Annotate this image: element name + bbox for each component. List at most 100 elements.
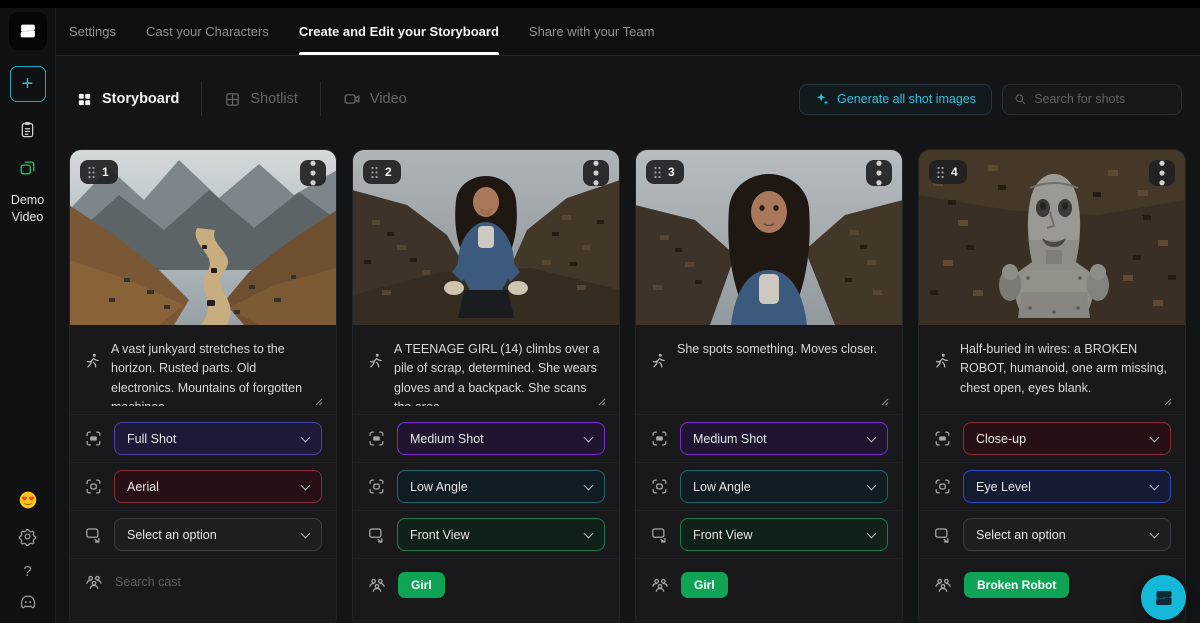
camera-angle-select[interactable]: Aerial bbox=[114, 470, 322, 503]
camera-angle-row: Aerial bbox=[70, 462, 336, 510]
ellipsis-icon bbox=[866, 160, 892, 186]
chevron-down-icon bbox=[584, 480, 594, 490]
camera-move-select[interactable]: Select an option bbox=[114, 518, 322, 551]
gear-icon[interactable] bbox=[18, 527, 37, 551]
drag-handle-icon bbox=[370, 166, 379, 179]
new-project-button[interactable]: + bbox=[10, 66, 46, 102]
camera-angle-icon bbox=[84, 477, 103, 496]
camera-move-select[interactable]: Select an option bbox=[963, 518, 1171, 551]
camera-move-select[interactable]: Front View bbox=[680, 518, 888, 551]
shot-type-select[interactable]: Close-up bbox=[963, 422, 1171, 455]
camera-move-icon bbox=[933, 525, 952, 544]
shot-type-icon bbox=[650, 429, 669, 448]
shot-description[interactable]: She spots something. Moves closer. bbox=[677, 340, 888, 406]
search-shots-box[interactable] bbox=[1002, 84, 1182, 115]
shot-card: 4 Half-buried in wires: a BROKEN R bbox=[918, 149, 1186, 623]
chevron-down-icon bbox=[301, 480, 311, 490]
shot-type-icon bbox=[84, 429, 103, 448]
shot-drag-badge[interactable]: 2 bbox=[363, 160, 401, 184]
camera-angle-row: Low Angle bbox=[636, 462, 902, 510]
chevron-down-icon bbox=[867, 432, 877, 442]
tab-settings[interactable]: Settings bbox=[69, 8, 116, 55]
action-icon bbox=[367, 352, 384, 369]
logo-icon bbox=[17, 20, 39, 42]
top-strip bbox=[0, 0, 1200, 8]
shot-description[interactable]: A vast junkyard stretches to the horizon… bbox=[111, 340, 322, 406]
shot-description[interactable]: Half-buried in wires: a BROKEN ROBOT, hu… bbox=[960, 340, 1171, 406]
search-icon bbox=[1014, 92, 1026, 106]
camera-move-row: Select an option bbox=[919, 510, 1185, 558]
video-camera-icon bbox=[343, 90, 361, 108]
tab-create-edit-storyboard[interactable]: Create and Edit your Storyboard bbox=[299, 8, 499, 55]
shot-menu-button[interactable] bbox=[866, 160, 892, 186]
shot-menu-button[interactable] bbox=[583, 160, 609, 186]
clipboard-icon[interactable] bbox=[17, 118, 39, 140]
action-icon bbox=[933, 352, 950, 369]
shot-number: 4 bbox=[951, 165, 958, 179]
shot-image[interactable]: 3 bbox=[636, 150, 902, 325]
camera-angle-select[interactable]: Low Angle bbox=[680, 470, 888, 503]
cast-tag[interactable]: Broken Robot bbox=[964, 572, 1069, 598]
camera-angle-select[interactable]: Low Angle bbox=[397, 470, 605, 503]
camera-move-select[interactable]: Front View bbox=[397, 518, 605, 551]
layers-icon[interactable] bbox=[17, 156, 39, 178]
cast-icon bbox=[367, 575, 387, 595]
view-storyboard[interactable]: Storyboard bbox=[70, 91, 201, 108]
chat-widget-button[interactable] bbox=[1141, 575, 1186, 620]
view-shotlist[interactable]: Shotlist bbox=[202, 91, 320, 108]
shot-type-select[interactable]: Medium Shot bbox=[397, 422, 605, 455]
shot-menu-button[interactable] bbox=[1149, 160, 1175, 186]
camera-move-row: Front View bbox=[353, 510, 619, 558]
cast-tag[interactable]: Girl bbox=[398, 572, 445, 598]
camera-angle-icon bbox=[367, 477, 386, 496]
chevron-down-icon bbox=[1150, 528, 1160, 538]
shot-description[interactable]: A TEENAGE GIRL (14) climbs over a pile o… bbox=[394, 340, 605, 406]
sidebar-item-project[interactable]: Demo Video bbox=[5, 192, 51, 226]
shot-number: 2 bbox=[385, 165, 392, 179]
shot-card: 1 A vast junkyard stretches to the bbox=[69, 149, 337, 623]
ellipsis-icon bbox=[300, 160, 326, 186]
grid-icon bbox=[76, 91, 93, 108]
shot-type-select[interactable]: Medium Shot bbox=[680, 422, 888, 455]
camera-angle-select[interactable]: Eye Level bbox=[963, 470, 1171, 503]
view-video[interactable]: Video bbox=[321, 90, 429, 108]
table-icon bbox=[224, 91, 241, 108]
feedback-emoji-icon[interactable] bbox=[18, 490, 38, 515]
tab-share-team[interactable]: Share with your Team bbox=[529, 8, 655, 55]
resize-handle[interactable] bbox=[598, 398, 606, 406]
shot-drag-badge[interactable]: 1 bbox=[80, 160, 118, 184]
shot-drag-badge[interactable]: 3 bbox=[646, 160, 684, 184]
chevron-down-icon bbox=[867, 480, 877, 490]
shot-card: 3 She spots something. Moves close bbox=[635, 149, 903, 623]
cast-icon bbox=[933, 575, 953, 595]
resize-handle[interactable] bbox=[881, 398, 889, 406]
shot-drag-badge[interactable]: 4 bbox=[929, 160, 967, 184]
chevron-down-icon bbox=[584, 432, 594, 442]
help-icon[interactable]: ? bbox=[23, 563, 31, 580]
generate-all-shots-button[interactable]: Generate all shot images bbox=[799, 84, 992, 115]
resize-handle[interactable] bbox=[315, 398, 323, 406]
app-logo[interactable] bbox=[9, 12, 47, 50]
drag-handle-icon bbox=[653, 166, 662, 179]
drag-handle-icon bbox=[936, 166, 945, 179]
tab-cast-characters[interactable]: Cast your Characters bbox=[146, 8, 269, 55]
shot-menu-button[interactable] bbox=[300, 160, 326, 186]
camera-angle-row: Low Angle bbox=[353, 462, 619, 510]
shot-image[interactable]: 1 bbox=[70, 150, 336, 325]
resize-handle[interactable] bbox=[1164, 398, 1172, 406]
chevron-down-icon bbox=[584, 528, 594, 538]
workflow-tabs: Settings Cast your Characters Create and… bbox=[56, 8, 1200, 56]
shot-image[interactable]: 4 bbox=[919, 150, 1185, 325]
discord-icon[interactable] bbox=[18, 592, 38, 617]
search-input[interactable] bbox=[1034, 92, 1170, 106]
sparkle-icon bbox=[815, 92, 829, 106]
shot-image[interactable]: 2 bbox=[353, 150, 619, 325]
search-cast-input[interactable]: Search cast bbox=[115, 575, 181, 589]
camera-move-row: Front View bbox=[636, 510, 902, 558]
shot-type-select[interactable]: Full Shot bbox=[114, 422, 322, 455]
drag-handle-icon bbox=[87, 166, 96, 179]
action-icon bbox=[84, 352, 101, 369]
cast-tag[interactable]: Girl bbox=[681, 572, 728, 598]
chevron-down-icon bbox=[301, 528, 311, 538]
ellipsis-icon bbox=[1149, 160, 1175, 186]
